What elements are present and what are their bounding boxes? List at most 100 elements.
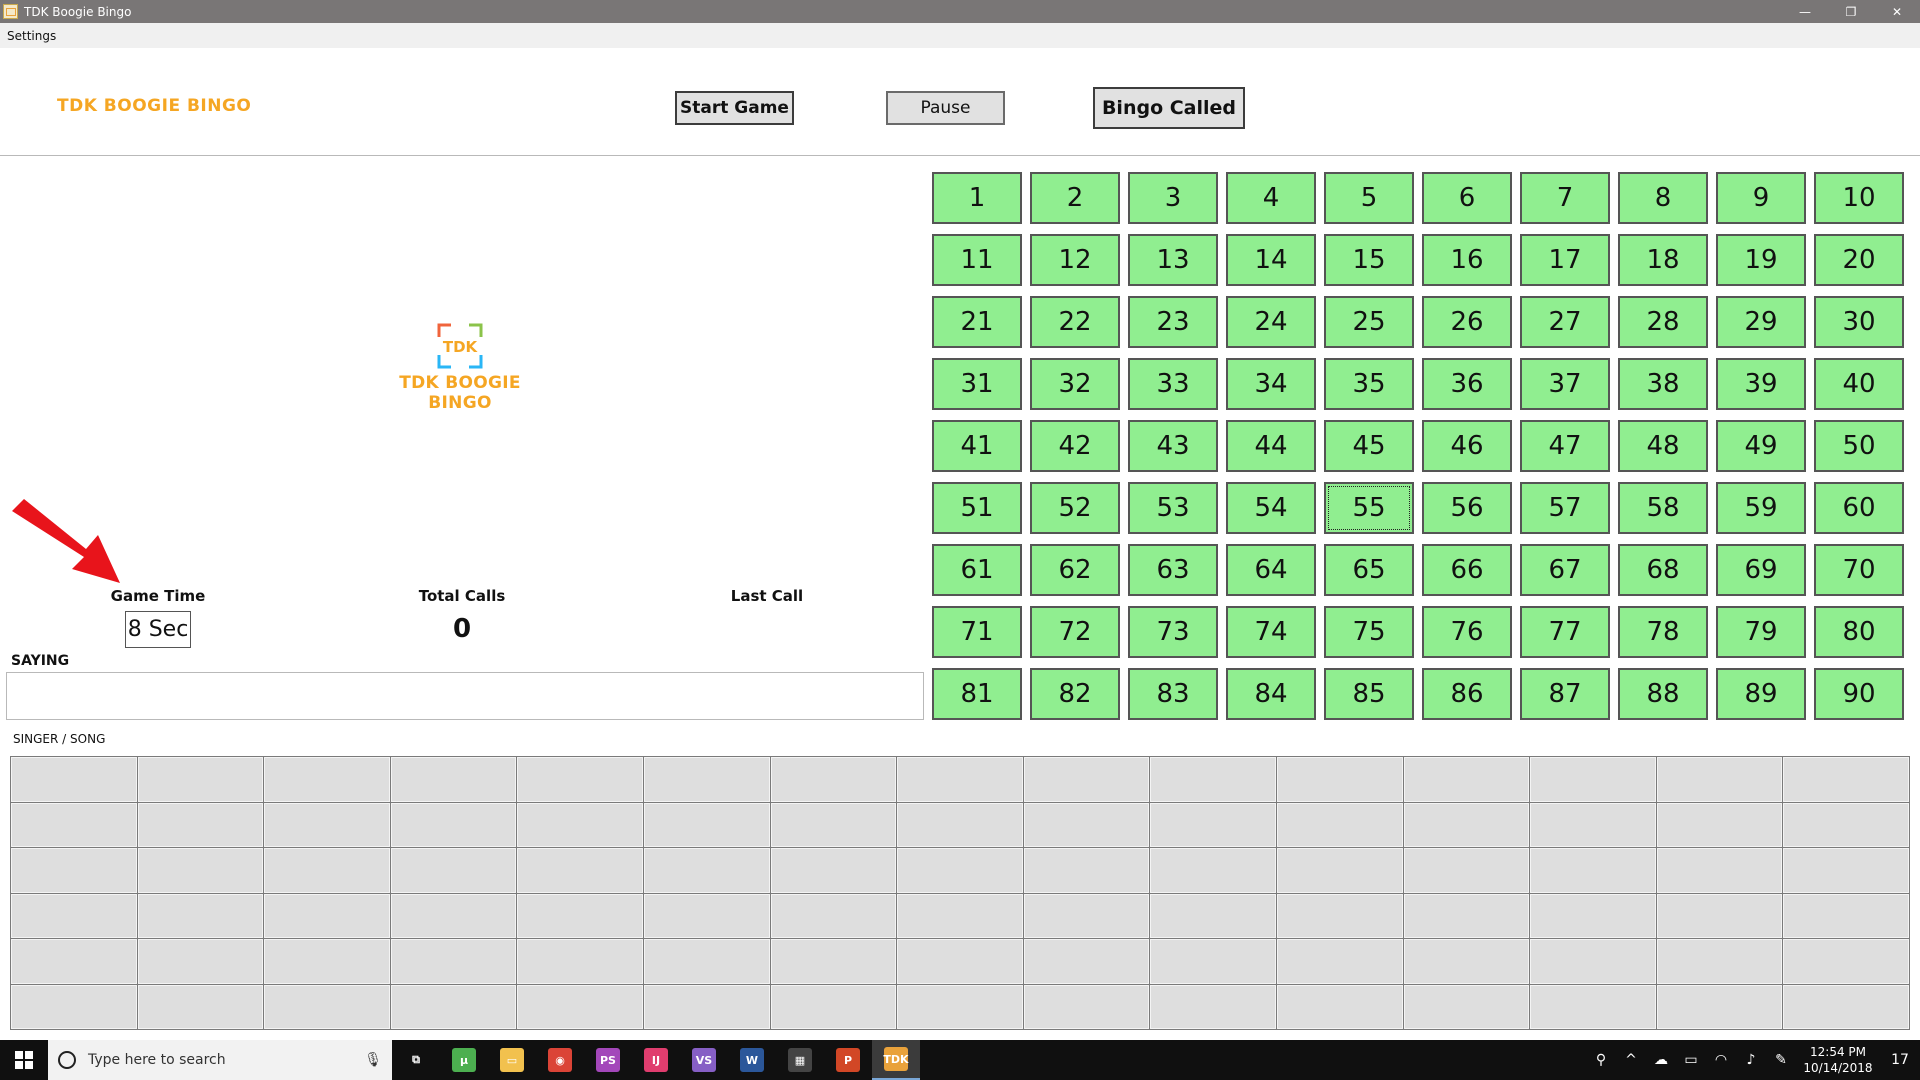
bingo-number-87[interactable]: 87 — [1520, 668, 1610, 720]
singer-song-cell[interactable] — [1023, 848, 1150, 893]
bingo-number-61[interactable]: 61 — [932, 544, 1022, 596]
taskbar-search[interactable]: Type here to search 🎙 — [48, 1040, 392, 1080]
bingo-number-5[interactable]: 5 — [1324, 172, 1414, 224]
bingo-number-30[interactable]: 30 — [1814, 296, 1904, 348]
bingo-number-78[interactable]: 78 — [1618, 606, 1708, 658]
bingo-number-33[interactable]: 33 — [1128, 358, 1218, 410]
word-taskbar-button[interactable]: W — [728, 1040, 776, 1080]
singer-song-cell[interactable] — [390, 848, 517, 893]
bingo-number-81[interactable]: 81 — [932, 668, 1022, 720]
bingo-number-51[interactable]: 51 — [932, 482, 1022, 534]
bingo-number-48[interactable]: 48 — [1618, 420, 1708, 472]
bingo-number-34[interactable]: 34 — [1226, 358, 1316, 410]
bingo-number-56[interactable]: 56 — [1422, 482, 1512, 534]
singer-song-cell[interactable] — [11, 757, 137, 802]
singer-song-cell[interactable] — [897, 984, 1023, 1029]
bingo-number-17[interactable]: 17 — [1520, 234, 1610, 286]
bingo-number-62[interactable]: 62 — [1030, 544, 1120, 596]
bingo-number-19[interactable]: 19 — [1716, 234, 1806, 286]
singer-song-cell[interactable] — [1783, 893, 1909, 938]
bingo-number-74[interactable]: 74 — [1226, 606, 1316, 658]
bingo-number-69[interactable]: 69 — [1716, 544, 1806, 596]
singer-song-cell[interactable] — [390, 893, 517, 938]
singer-song-cell[interactable] — [1023, 757, 1150, 802]
bingo-number-64[interactable]: 64 — [1226, 544, 1316, 596]
bingo-number-52[interactable]: 52 — [1030, 482, 1120, 534]
singer-song-cell[interactable] — [1276, 757, 1403, 802]
bingo-number-9[interactable]: 9 — [1716, 172, 1806, 224]
bingo-number-79[interactable]: 79 — [1716, 606, 1806, 658]
bingo-number-22[interactable]: 22 — [1030, 296, 1120, 348]
powerpoint-taskbar-button[interactable]: P — [824, 1040, 872, 1080]
bingo-number-75[interactable]: 75 — [1324, 606, 1414, 658]
bingo-number-10[interactable]: 10 — [1814, 172, 1904, 224]
bingo-number-55[interactable]: 55 — [1324, 482, 1414, 534]
singer-song-cell[interactable] — [643, 893, 770, 938]
singer-song-cell[interactable] — [137, 802, 264, 847]
singer-song-cell[interactable] — [1783, 984, 1909, 1029]
bingo-number-73[interactable]: 73 — [1128, 606, 1218, 658]
bingo-number-27[interactable]: 27 — [1520, 296, 1610, 348]
singer-song-cell[interactable] — [11, 984, 137, 1029]
bingo-number-70[interactable]: 70 — [1814, 544, 1904, 596]
singer-song-cell[interactable] — [1276, 893, 1403, 938]
bingo-number-68[interactable]: 68 — [1618, 544, 1708, 596]
singer-song-cell[interactable] — [643, 984, 770, 1029]
singer-song-cell[interactable] — [770, 802, 897, 847]
bingo-number-4[interactable]: 4 — [1226, 172, 1316, 224]
bingo-number-42[interactable]: 42 — [1030, 420, 1120, 472]
start-game-button[interactable]: Start Game — [675, 91, 794, 125]
bingo-number-28[interactable]: 28 — [1618, 296, 1708, 348]
singer-song-cell[interactable] — [264, 939, 390, 984]
bingo-number-76[interactable]: 76 — [1422, 606, 1512, 658]
bingo-number-31[interactable]: 31 — [932, 358, 1022, 410]
bingo-number-21[interactable]: 21 — [932, 296, 1022, 348]
bingo-number-46[interactable]: 46 — [1422, 420, 1512, 472]
singer-song-cell[interactable] — [1403, 939, 1530, 984]
bingo-number-86[interactable]: 86 — [1422, 668, 1512, 720]
minimize-button[interactable]: — — [1782, 0, 1828, 23]
bingo-number-49[interactable]: 49 — [1716, 420, 1806, 472]
singer-song-cell[interactable] — [1656, 939, 1783, 984]
singer-song-cell[interactable] — [517, 939, 643, 984]
bingo-number-43[interactable]: 43 — [1128, 420, 1218, 472]
bingo-number-2[interactable]: 2 — [1030, 172, 1120, 224]
singer-song-cell[interactable] — [1783, 848, 1909, 893]
notification-icon[interactable]: 17 — [1880, 1052, 1920, 1068]
bingo-number-63[interactable]: 63 — [1128, 544, 1218, 596]
singer-song-cell[interactable] — [1403, 984, 1530, 1029]
bingo-number-26[interactable]: 26 — [1422, 296, 1512, 348]
singer-song-cell[interactable] — [1403, 893, 1530, 938]
singer-song-cell[interactable] — [137, 939, 264, 984]
singer-song-cell[interactable] — [643, 757, 770, 802]
chevron-up-icon[interactable]: ^ — [1616, 1052, 1646, 1068]
singer-song-cell[interactable] — [390, 939, 517, 984]
bingo-number-44[interactable]: 44 — [1226, 420, 1316, 472]
bingo-number-40[interactable]: 40 — [1814, 358, 1904, 410]
singer-song-cell[interactable] — [1783, 802, 1909, 847]
singer-song-cell[interactable] — [1656, 893, 1783, 938]
bingo-number-23[interactable]: 23 — [1128, 296, 1218, 348]
singer-song-cell[interactable] — [1530, 939, 1656, 984]
singer-song-cell[interactable] — [770, 893, 897, 938]
chrome-taskbar-button[interactable]: ◉ — [536, 1040, 584, 1080]
bingo-number-84[interactable]: 84 — [1226, 668, 1316, 720]
bingo-number-60[interactable]: 60 — [1814, 482, 1904, 534]
singer-song-cell[interactable] — [770, 984, 897, 1029]
bingo-number-72[interactable]: 72 — [1030, 606, 1120, 658]
singer-song-cell[interactable] — [1150, 848, 1276, 893]
singer-song-cell[interactable] — [1656, 802, 1783, 847]
singer-song-cell[interactable] — [264, 893, 390, 938]
singer-song-cell[interactable] — [1403, 802, 1530, 847]
tdk-bingo-taskbar-button[interactable]: TDK — [872, 1040, 920, 1080]
singer-song-cell[interactable] — [517, 848, 643, 893]
singer-song-cell[interactable] — [1656, 984, 1783, 1029]
singer-song-cell[interactable] — [1530, 984, 1656, 1029]
singer-song-cell[interactable] — [1150, 893, 1276, 938]
singer-song-cell[interactable] — [390, 757, 517, 802]
singer-song-cell[interactable] — [390, 802, 517, 847]
singer-song-cell[interactable] — [1656, 757, 1783, 802]
singer-song-cell[interactable] — [1783, 939, 1909, 984]
bingo-number-25[interactable]: 25 — [1324, 296, 1414, 348]
bingo-number-13[interactable]: 13 — [1128, 234, 1218, 286]
